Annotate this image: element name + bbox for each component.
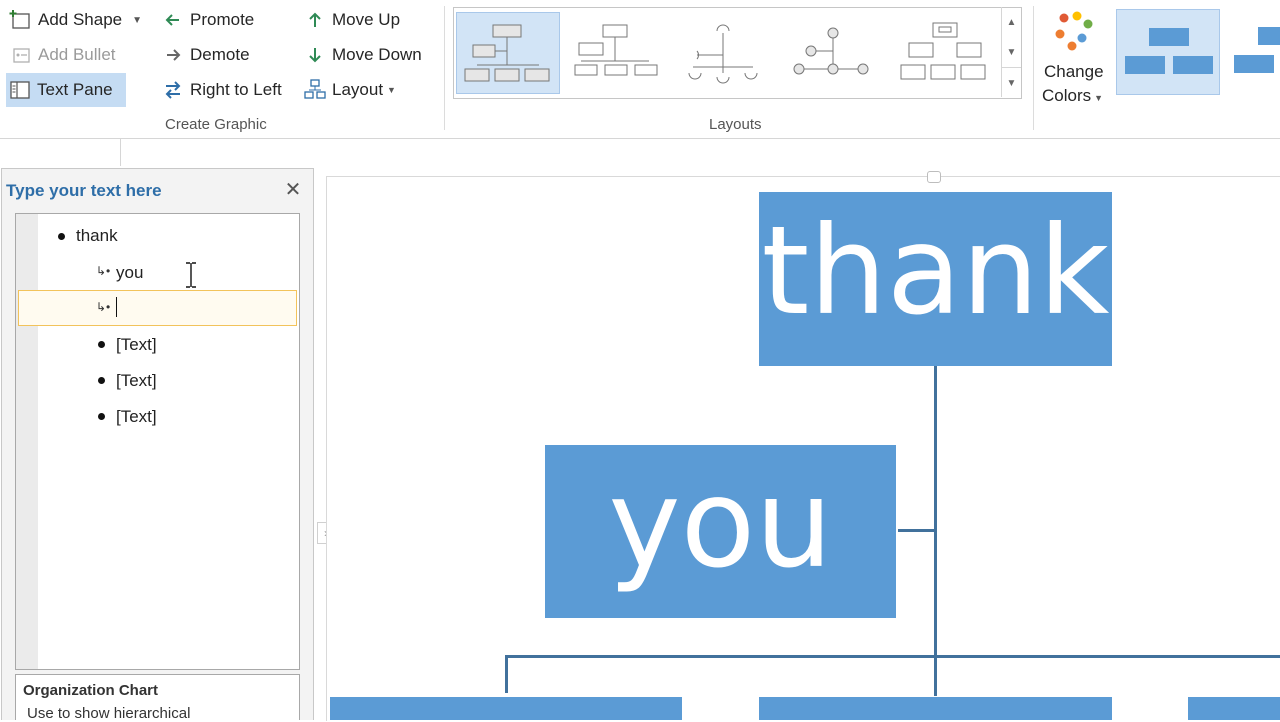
org-box-child[interactable] — [1188, 697, 1280, 720]
change-colors-label-1: Change — [1044, 62, 1104, 81]
text-pane-item[interactable]: [Text] — [116, 369, 157, 393]
text-pane-gutter — [16, 214, 38, 669]
connector-line — [505, 655, 508, 693]
layout-org-chart-thumb[interactable] — [456, 12, 560, 94]
palette-dot-2 — [1072, 11, 1082, 21]
layout-hierarchy-thumb[interactable] — [892, 12, 996, 94]
bullet-icon — [98, 341, 105, 348]
smartart-style-selected[interactable] — [1116, 9, 1220, 95]
palette-dot-3 — [1083, 19, 1093, 29]
text-pane-item[interactable]: thank — [76, 224, 118, 248]
arrow-left-icon — [160, 7, 186, 33]
circle-hierarchy-layout-icon — [793, 27, 869, 75]
text-pane-icon — [7, 77, 33, 103]
org-layout-icon — [302, 77, 328, 103]
change-colors-label-row: Colors ▼ — [1042, 86, 1103, 106]
text-caret — [116, 297, 117, 317]
text-pane-item[interactable]: [Text] — [116, 333, 157, 357]
gallery-scroll-up-icon[interactable]: ▲ — [1002, 7, 1021, 37]
active-line-highlight — [18, 290, 297, 326]
connector-line — [898, 529, 935, 532]
arrow-up-icon — [302, 7, 328, 33]
ibeam-cursor-icon — [186, 262, 196, 288]
arrow-down-icon — [302, 42, 328, 68]
text-pane-label: Text Pane — [37, 80, 113, 99]
gallery-scroll-down-icon[interactable]: ▼ — [1002, 37, 1021, 67]
chevron-down-icon: ▼ — [132, 14, 143, 26]
org-chart-layout-icon — [464, 24, 550, 82]
layout-button[interactable]: Layout ▼ — [302, 75, 396, 105]
add-shape-button[interactable]: Add Shape ▼ — [8, 5, 142, 35]
chevron-down-icon: ▼ — [1094, 93, 1104, 103]
right-to-left-icon — [160, 77, 186, 103]
text-pane-item[interactable]: you — [116, 261, 143, 285]
org-box-child[interactable] — [759, 697, 1112, 720]
layout-description-title: Organization Chart — [23, 682, 159, 699]
text-pane-button[interactable]: Text Pane — [6, 73, 126, 107]
palette-dot-4 — [1055, 29, 1065, 39]
org-box-top[interactable]: thank — [759, 192, 1112, 366]
move-down-button[interactable]: Move Down — [302, 40, 422, 70]
right-to-left-label: Right to Left — [190, 80, 282, 99]
demote-label: Demote — [190, 45, 250, 64]
org-box-assistant[interactable]: you — [545, 445, 896, 618]
name-title-layout-icon — [574, 24, 658, 76]
org-box-child[interactable] — [330, 697, 682, 720]
layouts-gallery — [453, 7, 1022, 99]
bullet-icon — [58, 233, 65, 240]
color-palette-icon — [1055, 11, 1093, 51]
style-preview-icon — [1234, 27, 1280, 73]
resize-handle[interactable] — [927, 171, 941, 183]
simple-fill-style-icon — [1125, 28, 1213, 74]
layout-name-title-thumb[interactable] — [564, 12, 668, 94]
arrow-right-icon — [160, 42, 186, 68]
org-box-top-text: thank — [761, 200, 1110, 342]
add-bullet-button[interactable]: Add Bullet — [8, 40, 116, 70]
document-ruler-mark — [120, 138, 121, 166]
bullet-icon — [98, 377, 105, 384]
text-pane-title: Type your text here — [6, 181, 162, 200]
move-down-label: Move Down — [332, 45, 422, 64]
add-shape-icon — [8, 7, 34, 33]
add-bullet-label: Add Bullet — [38, 45, 116, 64]
layout-label: Layout — [332, 80, 384, 99]
text-pane-editor[interactable] — [15, 213, 300, 670]
ribbon-separator — [444, 6, 445, 130]
layouts-group-label: Layouts — [709, 116, 762, 133]
move-up-button[interactable]: Move Up — [302, 5, 400, 35]
right-to-left-button[interactable]: Right to Left — [160, 75, 282, 105]
palette-dot-6 — [1067, 41, 1077, 51]
gallery-more-icon[interactable]: ▼ — [1002, 67, 1021, 98]
change-colors-label-2: Colors — [1042, 86, 1092, 105]
promote-label: Promote — [190, 10, 255, 29]
chevron-down-icon: ▼ — [387, 85, 396, 95]
create-graphic-group-label: Create Graphic — [165, 116, 267, 133]
palette-dot-5 — [1077, 33, 1087, 43]
smartart-style-next[interactable] — [1226, 9, 1280, 95]
org-box-assistant-text: you — [608, 452, 833, 595]
add-bullet-icon — [8, 42, 34, 68]
half-circle-layout-icon — [688, 24, 758, 84]
sub-bullet-arrow-icon: ↳• — [96, 300, 111, 314]
promote-button[interactable]: Promote — [160, 5, 254, 35]
demote-button[interactable]: Demote — [160, 40, 250, 70]
connector-line — [505, 655, 1280, 658]
layout-circle-picture-thumb[interactable] — [780, 12, 884, 94]
layout-half-circle-thumb[interactable] — [672, 12, 776, 94]
gallery-scrollbar: ▲ ▼ ▼ — [1001, 7, 1021, 97]
text-pane-item[interactable]: [Text] — [116, 405, 157, 429]
add-shape-label: Add Shape — [38, 10, 123, 29]
palette-dot-1 — [1059, 13, 1069, 23]
bullet-icon — [98, 413, 105, 420]
change-colors-button[interactable]: Change Colors ▼ — [1040, 8, 1112, 108]
sub-bullet-arrow-icon: ↳• — [96, 264, 111, 278]
layout-description-text: Use to show hierarchical — [27, 705, 191, 722]
ribbon-separator — [1033, 6, 1034, 130]
close-icon[interactable]: ✕ — [283, 180, 303, 200]
hierarchy-layout-icon — [900, 22, 986, 80]
move-up-label: Move Up — [332, 10, 401, 29]
